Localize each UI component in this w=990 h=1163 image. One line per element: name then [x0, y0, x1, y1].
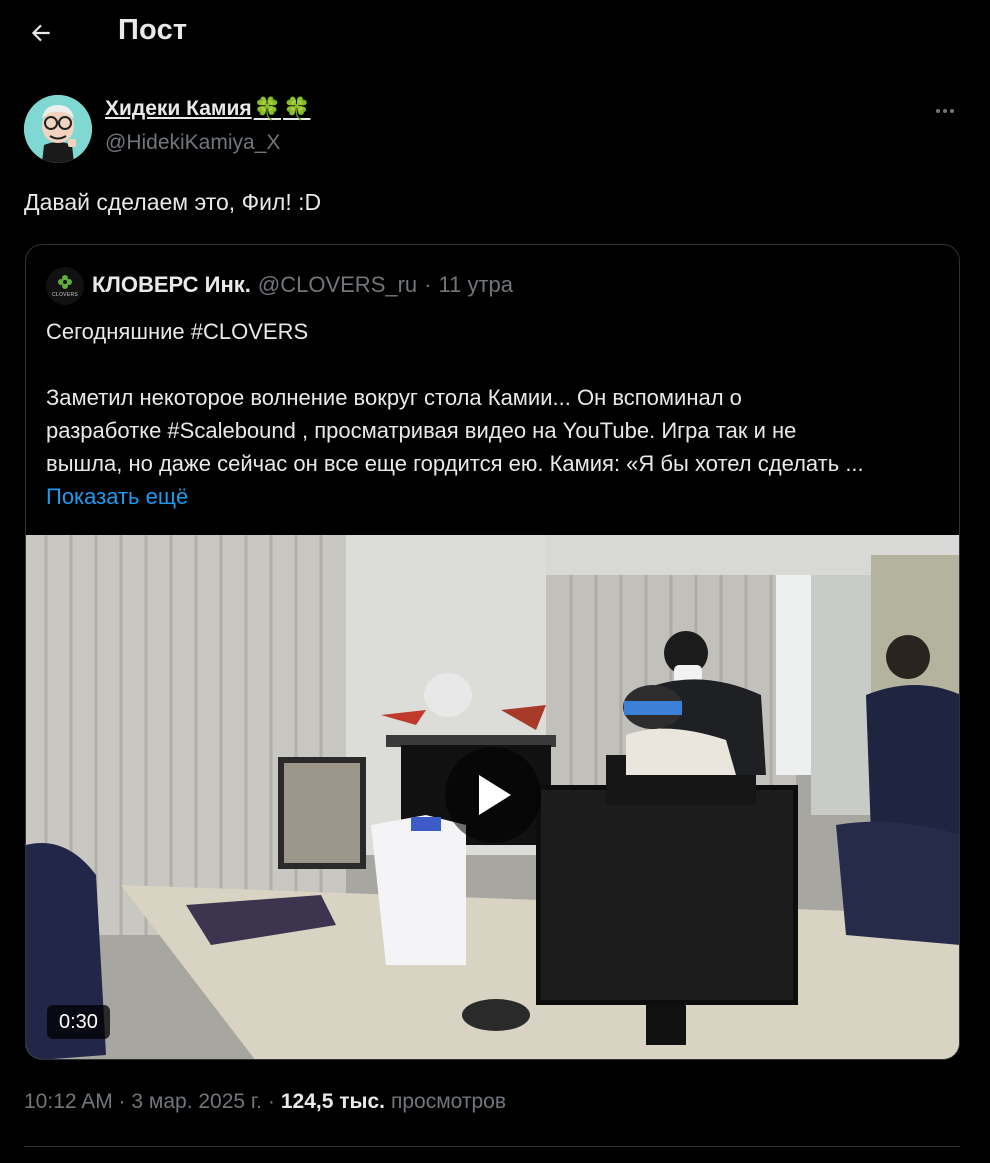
more-horizontal-icon	[950, 109, 954, 113]
back-button[interactable]	[22, 14, 60, 52]
author-handle[interactable]: @HidekiKamiya_X	[105, 131, 280, 155]
quoted-author-handle[interactable]: @CLOVERS_ru	[258, 272, 417, 298]
video-duration-badge: 0:30	[47, 1005, 110, 1039]
tweet-text: Давай сделаем это, Фил! :D	[24, 189, 322, 215]
clover-icon: 🍀	[283, 96, 311, 121]
tweet-timestamp[interactable]: 10:12 AM · 3 мар. 2025 г.	[24, 1090, 262, 1114]
video-player[interactable]: 0:30	[26, 535, 959, 1059]
quoted-text-line: разработке #Scalebound , просматривая ви…	[46, 418, 797, 443]
quoted-avatar[interactable]: CLOVERS	[46, 267, 84, 305]
clovers-logo-text: CLOVERS	[52, 292, 78, 298]
separator-dot: ·	[424, 272, 432, 297]
author-name[interactable]: Хидеки Камия 🍀 🍀	[105, 97, 310, 121]
avatar-cartoon-image	[24, 95, 92, 163]
clover-icon: 🍀	[253, 96, 282, 121]
more-options-button[interactable]	[926, 96, 964, 126]
author-name-text: Хидеки Камия	[105, 97, 252, 120]
page-title: Пост	[118, 14, 188, 46]
quoted-text-line: Заметил некоторое волнение вокруг стола …	[46, 385, 742, 410]
avatar[interactable]	[24, 95, 92, 163]
quoted-text: Сегодняшние #CLOVERS Заметил некоторое в…	[46, 315, 946, 513]
quoted-text-line: Сегодняшние #CLOVERS	[46, 319, 309, 344]
tweet-meta: 10:12 AM · 3 мар. 2025 г. · 124,5 тыс. п…	[24, 1090, 506, 1114]
play-icon	[479, 775, 511, 815]
separator-dot: ·	[267, 1090, 275, 1113]
views-count: 124,5 тыс.	[280, 1090, 385, 1113]
quoted-tweet[interactable]: CLOVERS КЛОВЕРС Инк. @CLOVERS_ru · 11 ут…	[25, 244, 960, 1060]
views-label: просмотров	[390, 1090, 507, 1113]
quoted-text-line: вышла, но даже сейчас он все еще гордитс…	[46, 451, 864, 476]
play-button[interactable]	[445, 747, 541, 843]
quoted-time[interactable]: 11 утра	[439, 272, 514, 298]
more-horizontal-icon	[943, 109, 947, 113]
top-bar: Пост	[0, 0, 990, 64]
divider	[24, 1146, 960, 1147]
show-more-link[interactable]: Показать ещё	[46, 484, 188, 509]
quoted-header: КЛОВЕРС Инк. @CLOVERS_ru · 11 утра	[92, 272, 513, 298]
arrow-left-icon	[31, 24, 50, 42]
clovers-logo-icon	[58, 275, 72, 289]
more-horizontal-icon	[936, 109, 940, 113]
quoted-author-name[interactable]: КЛОВЕРС Инк.	[92, 272, 251, 298]
